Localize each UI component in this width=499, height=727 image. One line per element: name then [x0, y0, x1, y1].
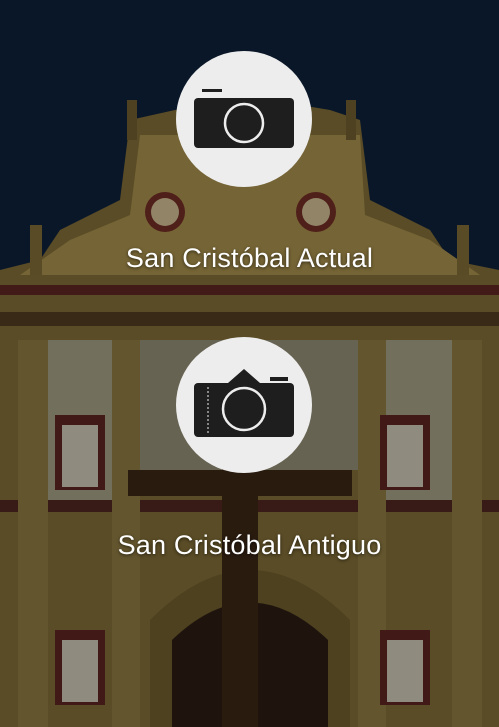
option-san-cristobal-antiguo[interactable]: San Cristóbal Antiguo	[0, 337, 499, 577]
camera-compact-button[interactable]	[176, 51, 312, 187]
option-label: San Cristóbal Actual	[125, 243, 374, 273]
camera-slr-icon	[194, 369, 294, 437]
camera-compact-icon	[194, 89, 294, 148]
option-label: San Cristóbal Antiguo	[117, 530, 382, 560]
option-san-cristobal-actual[interactable]: San Cristóbal Actual	[0, 50, 499, 290]
app-screen: San Cristóbal Actual San Cristóbal Antig…	[0, 0, 499, 727]
camera-slr-button[interactable]	[176, 337, 312, 473]
